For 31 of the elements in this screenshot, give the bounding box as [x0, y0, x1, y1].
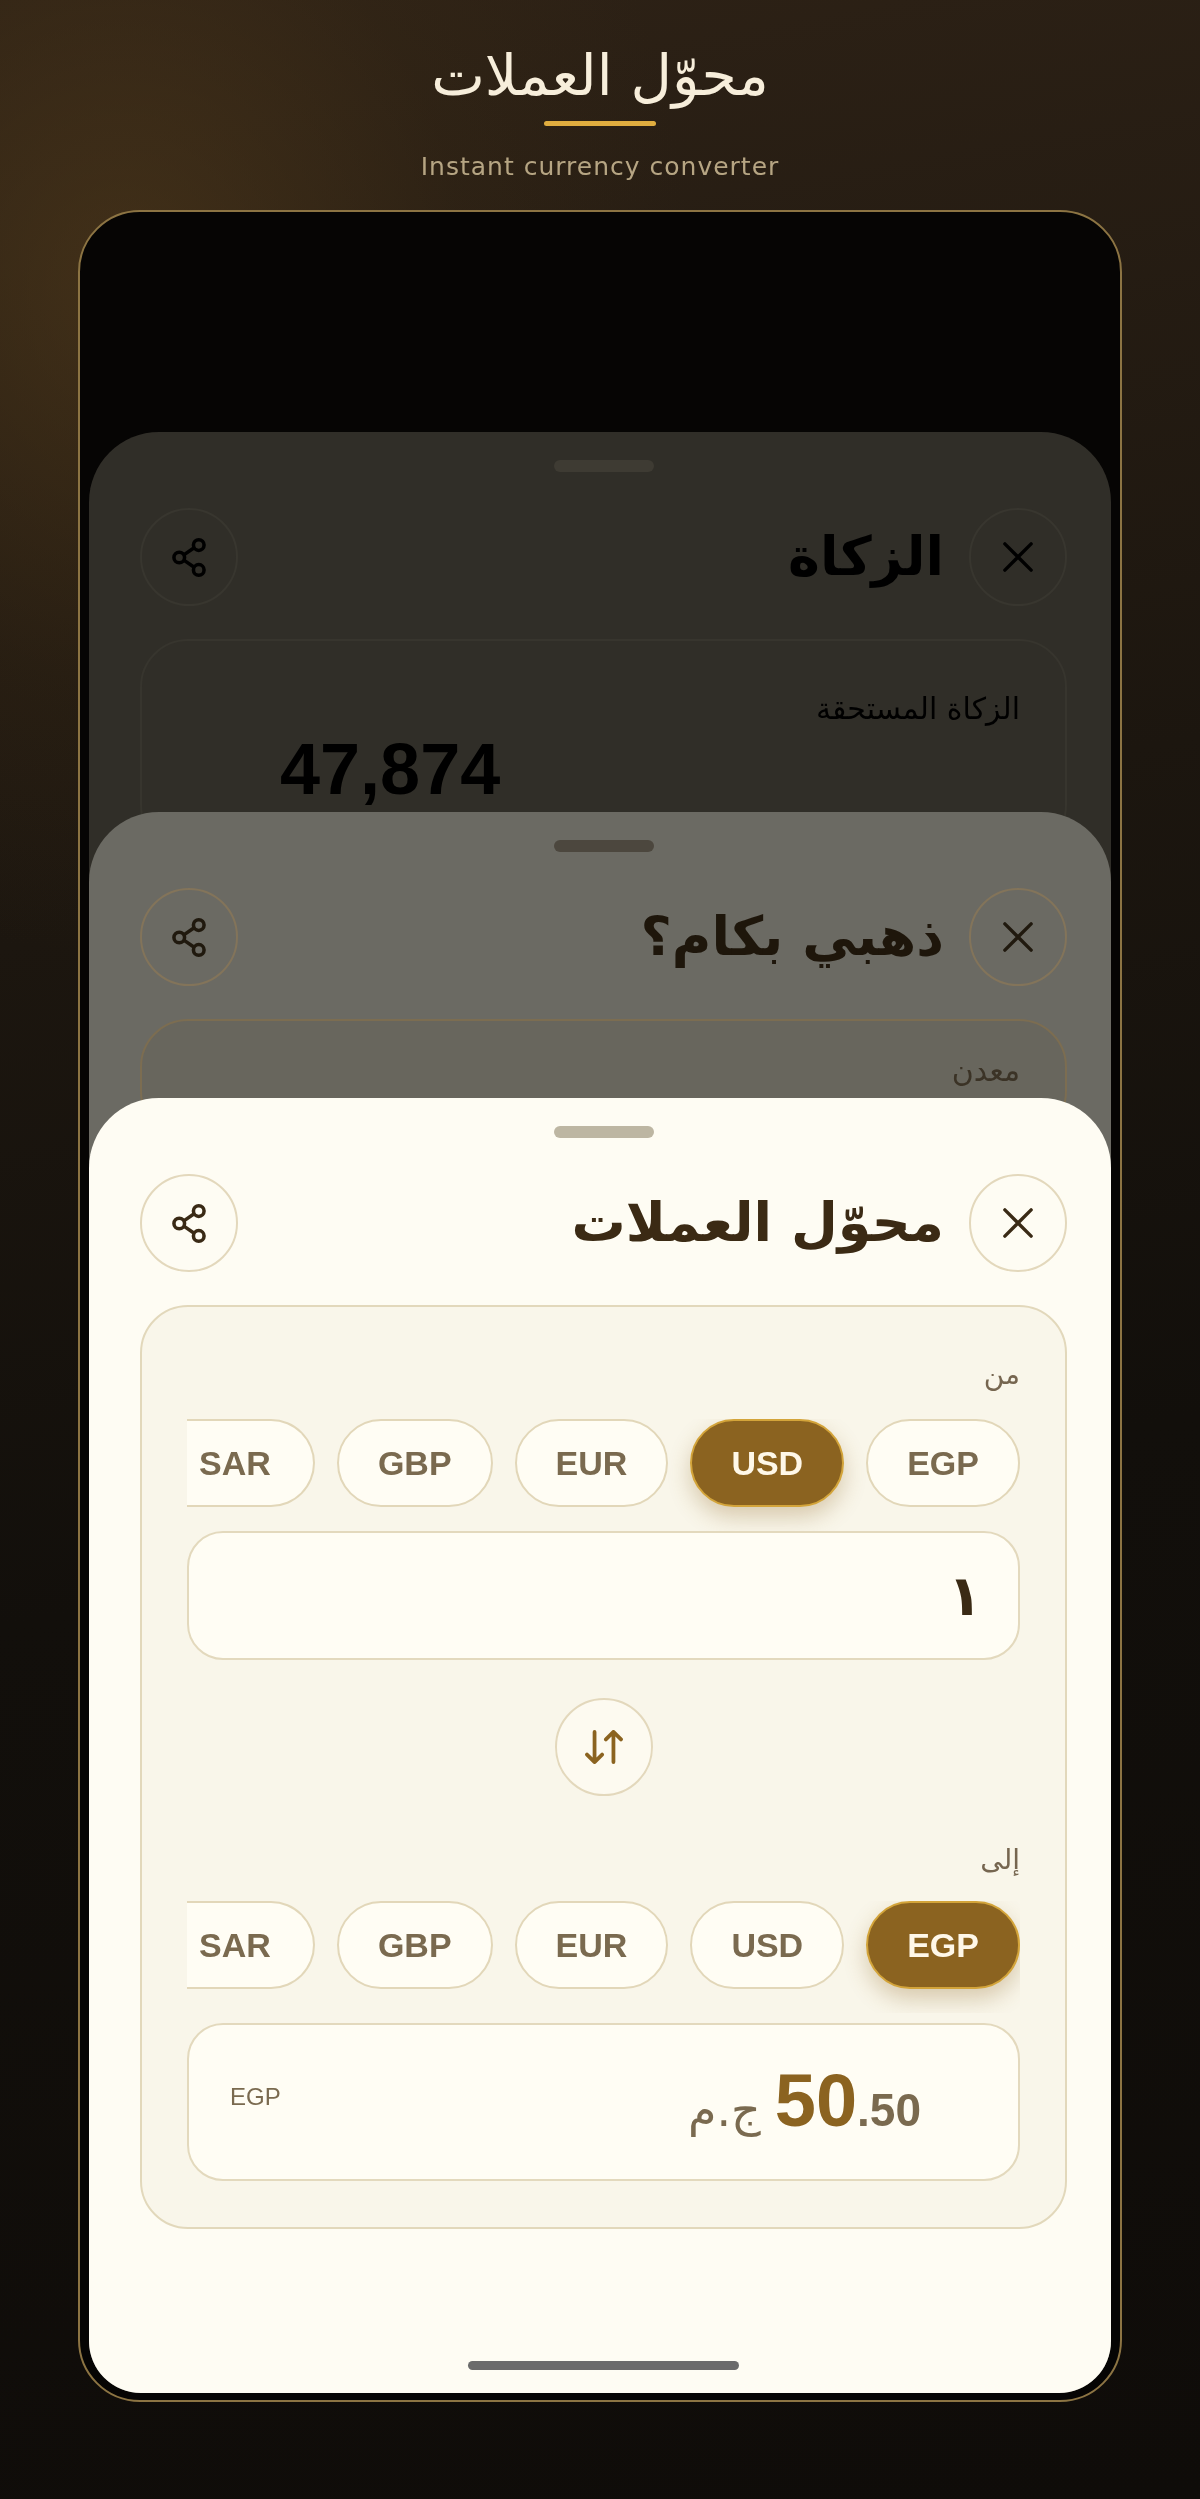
currency-chip[interactable]: GBP	[336, 1901, 493, 1989]
close-icon	[1003, 542, 1033, 572]
currency-chip[interactable]: EUR	[514, 1419, 669, 1507]
field-label: من	[983, 1357, 1020, 1393]
currency-code: EGP	[230, 2082, 281, 2112]
currency-chip[interactable]: SAR	[187, 1419, 315, 1507]
field-label: إلى	[980, 1842, 1020, 1878]
currency-chip[interactable]: EGP	[866, 1419, 1020, 1507]
page-title: محوّل العملات	[431, 42, 769, 108]
close-button[interactable]	[969, 888, 1067, 986]
result-amount: 50.50	[774, 2061, 921, 2144]
drag-handle[interactable]	[553, 1126, 654, 1138]
currency-chip[interactable]: EUR	[514, 1901, 669, 1989]
sheet-title: محوّل العملات	[571, 1190, 944, 1256]
currency-chip[interactable]: GBP	[336, 1419, 493, 1507]
currency-chip[interactable]: USD	[690, 1901, 845, 1989]
share-icon	[172, 917, 206, 957]
currency-chip[interactable]: EGP	[866, 1901, 1020, 1989]
drag-handle[interactable]	[553, 840, 654, 852]
share-icon	[172, 1203, 206, 1243]
swap-arrows-icon	[584, 1730, 623, 1764]
sheet-title: ذهبي بكام؟	[640, 904, 944, 970]
close-icon	[1003, 1208, 1033, 1238]
currency-chip[interactable]: SAR	[187, 1901, 315, 1989]
currency-symbol: ج.م	[687, 2082, 761, 2139]
close-icon	[1003, 922, 1033, 952]
field-label: معدن	[951, 1052, 1020, 1090]
amount-input[interactable]: ١	[187, 1531, 1020, 1660]
currency-chip[interactable]: USD	[690, 1419, 845, 1507]
share-icon	[172, 537, 206, 577]
page-subtitle: Instant currency converter	[420, 151, 780, 183]
